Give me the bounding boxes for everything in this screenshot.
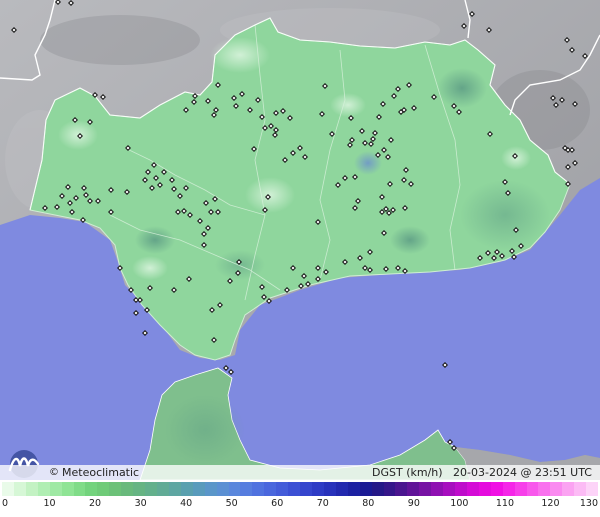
color-scale-ticks: 0 10 20 30 40 50 60 70 80 90 100 110 120 130 — [2, 498, 598, 512]
color-scale-cell — [97, 482, 110, 496]
color-scale-cell — [478, 482, 491, 496]
color-scale-cell — [61, 482, 74, 496]
color-scale-cell — [419, 482, 432, 496]
color-scale-cell — [133, 482, 146, 496]
color-scale-cell — [574, 482, 587, 496]
color-scale-cell — [335, 482, 348, 496]
scale-tick-label: 10 — [43, 498, 56, 509]
color-scale-cell — [586, 482, 599, 496]
color-scale-cell — [37, 482, 50, 496]
color-scale-cell — [371, 482, 384, 496]
color-scale-cell — [395, 482, 408, 496]
color-scale-cell — [204, 482, 217, 496]
color-scale-cell — [514, 482, 527, 496]
scale-tick-label: 90 — [407, 498, 420, 509]
color-scale-cell — [145, 482, 157, 496]
info-bar: © Meteoclimatic DGST (km/h) 20-03-2024 @ … — [0, 465, 600, 480]
color-scale-cell — [192, 482, 205, 496]
color-scale-cell — [300, 482, 312, 496]
color-scale-cell — [228, 482, 241, 496]
scale-tick-label: 130 — [579, 498, 598, 509]
color-scale-cell — [252, 482, 265, 496]
color-scale-cell — [109, 482, 122, 496]
color-scale-cell — [264, 482, 277, 496]
color-scale-cell — [311, 482, 324, 496]
color-scale-bar — [2, 482, 599, 496]
copyright-symbol: © — [49, 467, 59, 478]
scale-tick-label: 110 — [495, 498, 514, 509]
variable-label: DGST (km/h) — [372, 466, 443, 479]
color-scale-cell — [526, 482, 539, 496]
color-scale-cell — [2, 482, 14, 496]
color-scale-cell — [240, 482, 253, 496]
color-scale-cell — [85, 482, 98, 496]
color-scale-cell — [13, 482, 26, 496]
color-scale-cell — [550, 482, 563, 496]
color-scale-cell — [490, 482, 503, 496]
scale-tick-label: 20 — [89, 498, 102, 509]
scale-tick-label: 100 — [450, 498, 469, 509]
scale-tick-label: 40 — [180, 498, 193, 509]
scale-tick-label: 120 — [541, 498, 560, 509]
color-scale-cell — [156, 482, 169, 496]
color-scale-cell — [180, 482, 193, 496]
color-scale-cell — [359, 482, 372, 496]
color-scale-cell — [121, 482, 134, 496]
color-scale-cell — [25, 482, 38, 496]
product-label: DGST (km/h) 20-03-2024 @ 23:51 UTC — [372, 466, 592, 479]
scale-tick-label: 50 — [225, 498, 238, 509]
morocco-shading — [165, 395, 245, 465]
color-scale-legend: 0 10 20 30 40 50 60 70 80 90 100 110 120 130 — [0, 482, 600, 517]
time-label: 23:51 UTC — [534, 466, 592, 479]
color-scale-cell — [168, 482, 181, 496]
color-scale-cell — [216, 482, 229, 496]
color-scale-cell — [431, 482, 444, 496]
color-scale-cell — [49, 482, 62, 496]
brand-name: Meteoclimatic — [62, 466, 140, 479]
date-label: 20-03-2024 — [453, 466, 517, 479]
color-scale-cell — [288, 482, 301, 496]
color-scale-cell — [73, 482, 86, 496]
at-symbol: @ — [520, 466, 532, 479]
color-scale-cell — [466, 482, 479, 496]
scale-tick-label: 30 — [134, 498, 147, 509]
color-scale-cell — [502, 482, 515, 496]
scale-tick-label: 80 — [362, 498, 375, 509]
color-scale-cell — [383, 482, 396, 496]
brand-credit[interactable]: © Meteoclimatic — [49, 466, 139, 479]
scale-tick-label: 0 — [2, 498, 9, 509]
color-scale-cell — [323, 482, 336, 496]
color-scale-cell — [407, 482, 420, 496]
color-scale-cell — [562, 482, 575, 496]
color-scale-cell — [347, 482, 360, 496]
color-scale-cell — [455, 482, 467, 496]
scale-tick-label: 70 — [316, 498, 329, 509]
scale-tick-label: 60 — [271, 498, 284, 509]
color-scale-cell — [538, 482, 551, 496]
color-scale-cell — [276, 482, 289, 496]
wind-gust-map[interactable] — [0, 0, 600, 480]
color-scale-cell — [443, 482, 456, 496]
